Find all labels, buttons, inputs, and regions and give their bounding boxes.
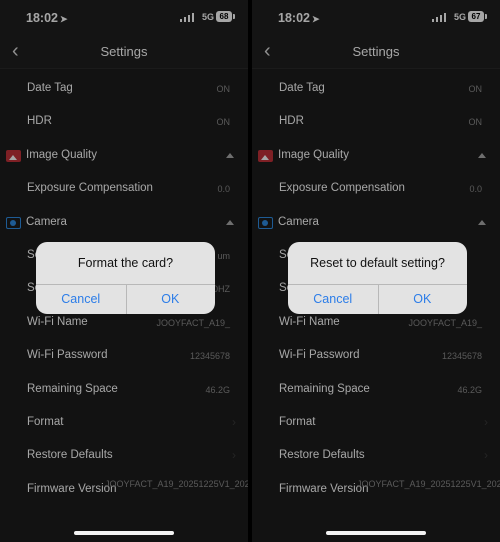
confirm-dialog: Reset to default setting? Cancel OK [288,242,467,314]
dialog-buttons: Cancel OK [288,284,467,314]
home-indicator[interactable] [326,531,426,535]
ok-button[interactable]: OK [126,285,216,314]
cancel-button[interactable]: Cancel [36,285,127,314]
confirm-dialog: Format the card? Cancel OK [36,242,215,314]
dialog-buttons: Cancel OK [36,284,215,314]
ok-button[interactable]: OK [378,285,468,314]
dialog-message: Format the card? [77,256,174,270]
phone-screen-reset: 18:02 ➤ 5G 67 ‹ Settings Date Tag ON HDR ON Image … [252,0,500,542]
phone-screen-format: 18:02 ➤ 5G 68 ‹ Settings Date Tag ON HDR ON Image … [0,0,248,542]
cancel-button[interactable]: Cancel [288,285,379,314]
home-indicator[interactable] [74,531,174,535]
dialog-message: Reset to default setting? [310,256,445,270]
